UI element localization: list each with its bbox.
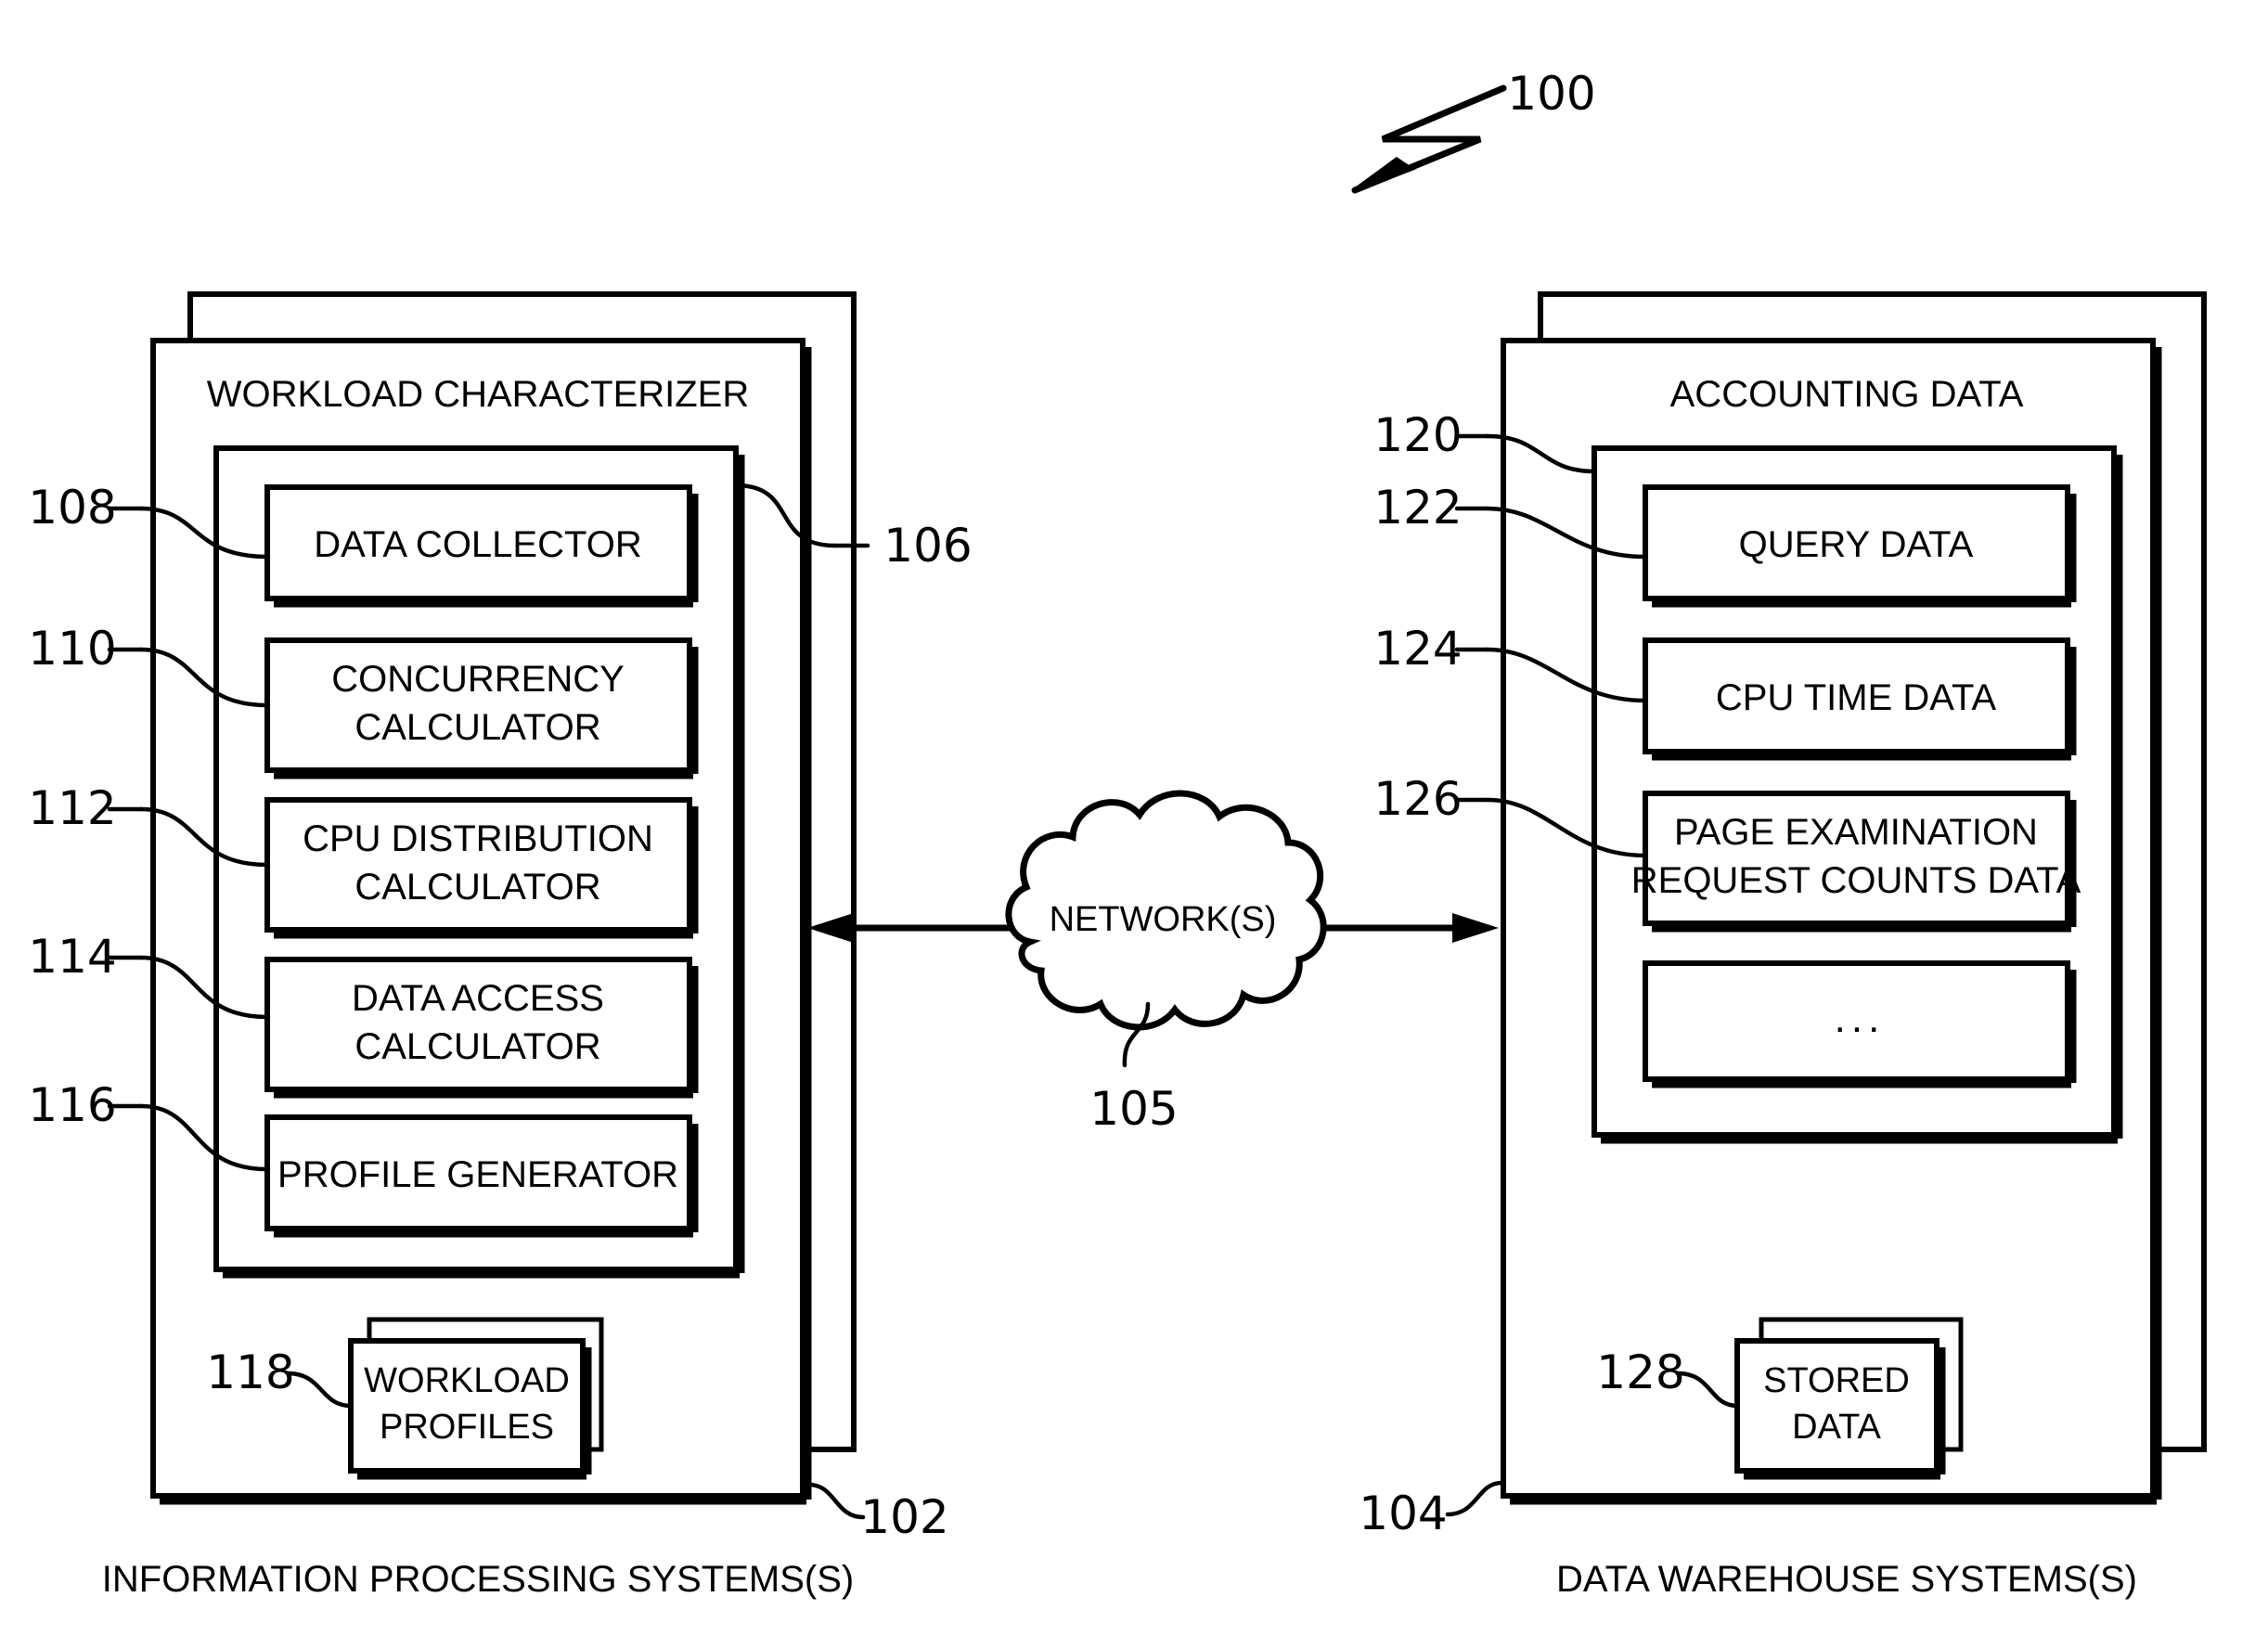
sd-fill xyxy=(1737,1341,1937,1471)
ref-126: 126 xyxy=(1373,772,1462,826)
ref-108: 108 xyxy=(28,481,116,534)
m2-label-line2: CALCULATOR xyxy=(354,707,600,748)
ref-128: 128 xyxy=(1596,1345,1684,1399)
r1-label: QUERY DATA xyxy=(1739,524,1974,565)
right-system-group: ACCOUNTING DATA 120 QUERY DATA 122 CPU T… xyxy=(1359,291,2207,1600)
ref-100: 100 xyxy=(1507,67,1595,121)
zigzag-arrowhead xyxy=(1353,156,1416,193)
leader-104 xyxy=(1445,1480,1504,1517)
module-query-data: QUERY DATA 122 xyxy=(1373,481,2077,608)
sd-label-line2: DATA xyxy=(1792,1408,1881,1447)
wp-label-line2: PROFILES xyxy=(380,1408,554,1447)
ref-106: 106 xyxy=(883,519,972,573)
ref-116: 116 xyxy=(28,1078,116,1132)
module-cpu-time-data: CPU TIME DATA 124 xyxy=(1373,622,2077,761)
m2-label-line1: CONCURRENCY xyxy=(331,659,625,700)
m4-label-line2: CALCULATOR xyxy=(354,1026,600,1067)
ref-122: 122 xyxy=(1373,481,1462,534)
module-page-examination-data: PAGE EXAMINATION REQUEST COUNTS DATA 126 xyxy=(1373,772,2081,933)
m3-label-line2: CALCULATOR xyxy=(354,867,600,908)
ref-102: 102 xyxy=(860,1490,948,1544)
patent-figure: 100 WORKLOAD CHARACTERIZER 106 DATA COLL… xyxy=(0,0,2268,1648)
r2-label: CPU TIME DATA xyxy=(1716,677,1997,718)
ref-120: 120 xyxy=(1373,408,1462,462)
wp-label-line1: WORKLOAD xyxy=(364,1361,570,1400)
module-cpu-distribution-calculator: CPU DISTRIBUTION CALCULATOR 112 xyxy=(28,781,699,939)
ref-104: 104 xyxy=(1359,1487,1447,1540)
right-panel-title: ACCOUNTING DATA xyxy=(1670,374,2024,415)
r4-ellipsis-label: ... xyxy=(1835,996,1886,1041)
ref-110: 110 xyxy=(28,622,116,676)
ref-105: 105 xyxy=(1089,1082,1178,1136)
left-system-caption: INFORMATION PROCESSING SYSTEMS(S) xyxy=(102,1559,854,1600)
module-data-collector: DATA COLLECTOR 108 xyxy=(28,481,699,608)
ref-114: 114 xyxy=(28,930,116,984)
m4-label-line1: DATA ACCESS xyxy=(352,978,604,1019)
m1-label: DATA COLLECTOR xyxy=(314,524,641,565)
m5-label: PROFILE GENERATOR xyxy=(277,1154,678,1195)
ref-112: 112 xyxy=(28,781,116,835)
leader-102 xyxy=(806,1482,866,1520)
network-cloud-group: NETWORK(S) 105 xyxy=(807,790,1499,1136)
module-additional-data: ... xyxy=(1643,960,2077,1088)
ref-118: 118 xyxy=(206,1345,294,1399)
m3-label-line1: CPU DISTRIBUTION xyxy=(303,818,653,859)
r3-label-line1: PAGE EXAMINATION xyxy=(1674,812,2038,853)
figure-canvas: 100 WORKLOAD CHARACTERIZER 106 DATA COLL… xyxy=(28,67,2207,1600)
left-panel-title: WORKLOAD CHARACTERIZER xyxy=(207,374,750,415)
right-arrowhead xyxy=(1452,913,1499,943)
network-label: NETWORK(S) xyxy=(1050,900,1277,939)
ref-124: 124 xyxy=(1373,622,1462,676)
module-concurrency-calculator: CONCURRENCY CALCULATOR 110 xyxy=(28,622,699,779)
r3-label-line2: REQUEST COUNTS DATA xyxy=(1631,860,2081,901)
sd-label-line1: STORED xyxy=(1763,1361,1910,1400)
figure-ref-callout: 100 xyxy=(1351,67,1596,194)
left-system-group: WORKLOAD CHARACTERIZER 106 DATA COLLECTO… xyxy=(28,291,973,1600)
right-system-caption: DATA WAREHOUSE SYSTEMS(S) xyxy=(1556,1559,2137,1600)
wp-fill xyxy=(351,1341,583,1471)
